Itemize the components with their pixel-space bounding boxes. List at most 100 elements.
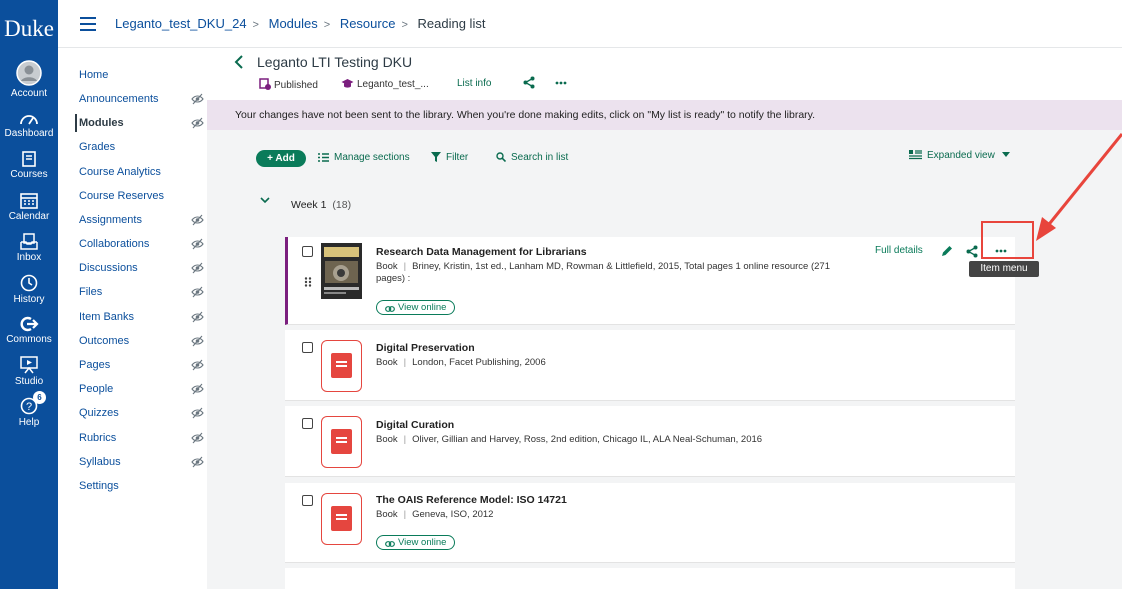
- course-nav: Home Announcements Modules Grades Course Ana…: [58, 48, 206, 589]
- item-separator: |: [403, 261, 407, 272]
- course-nav-item-collaborations[interactable]: Collaborations: [79, 238, 204, 250]
- list-title: Leganto LTI Testing DKU: [257, 54, 413, 70]
- list-course[interactable]: Leganto_test_...: [341, 78, 429, 90]
- hidden-eye-icon: [191, 407, 204, 419]
- course-nav-item-quizzes[interactable]: Quizzes: [79, 407, 204, 419]
- course-nav-item-label: Home: [79, 69, 109, 81]
- svg-text:?: ?: [26, 401, 32, 413]
- main-content: Leganto LTI Testing DKU Published Legant…: [207, 48, 1122, 589]
- reading-list-panel: + Add Manage sections Filter Search in l…: [207, 130, 1122, 589]
- citation-card[interactable]: Digital Preservation Book | London, Facet …: [285, 330, 1015, 401]
- global-nav-dashboard-label: Dashboard: [4, 128, 54, 139]
- item-details: Book | Briney, Kristin, 1st ed., Lanham MD…: [376, 261, 846, 285]
- breadcrumb: Leganto_test_DKU_24 > Modules > Resource > …: [115, 16, 485, 31]
- course-nav-item-syllabus[interactable]: Syllabus: [79, 456, 204, 468]
- list-status[interactable]: Published: [259, 78, 318, 91]
- course-nav-item-course-reserves[interactable]: Course Reserves: [79, 190, 204, 202]
- citation-card[interactable]: [285, 568, 1015, 589]
- book-icon: [321, 416, 362, 468]
- global-nav-studio[interactable]: Studio: [0, 356, 58, 387]
- global-nav-account[interactable]: Account: [0, 60, 58, 99]
- view-online-button[interactable]: View online: [376, 535, 456, 550]
- course-nav-item-assignments[interactable]: Assignments: [79, 214, 204, 226]
- course-nav-item-pages[interactable]: Pages: [79, 359, 204, 371]
- global-nav-help[interactable]: ? 6 Help: [0, 391, 58, 428]
- course-nav-item-modules[interactable]: Modules: [75, 114, 204, 132]
- course-nav-item-settings[interactable]: Settings: [79, 480, 204, 492]
- top-header: Leganto_test_DKU_24 > Modules > Resource > …: [58, 0, 1122, 48]
- course-nav-item-rubrics[interactable]: Rubrics: [79, 432, 204, 444]
- share-icon[interactable]: [523, 76, 535, 89]
- graduation-cap-icon: [341, 79, 354, 88]
- hidden-eye-icon: [191, 432, 204, 444]
- item-title[interactable]: Digital Preservation: [376, 342, 475, 354]
- filter-button[interactable]: Filter: [431, 152, 468, 163]
- search-in-list-label: Search in list: [511, 152, 569, 163]
- share-item-icon[interactable]: [966, 245, 978, 258]
- add-button[interactable]: + Add: [256, 150, 306, 167]
- dashboard-icon: [20, 115, 38, 125]
- course-nav-item-item-banks[interactable]: Item Banks: [79, 311, 204, 323]
- full-details-link[interactable]: Full details: [875, 245, 923, 256]
- course-nav-item-outcomes[interactable]: Outcomes: [79, 335, 204, 347]
- global-nav-calendar-label: Calendar: [8, 211, 50, 222]
- hidden-eye-icon: [191, 359, 204, 371]
- more-options-icon[interactable]: [555, 81, 567, 85]
- book-cover-thumbnail: [321, 243, 362, 299]
- section-name: Week 1: [291, 199, 327, 211]
- course-nav-item-label: Outcomes: [79, 335, 130, 347]
- item-title[interactable]: Digital Curation: [376, 419, 454, 431]
- item-checkbox[interactable]: [302, 495, 313, 506]
- hamburger-menu-icon[interactable]: [80, 17, 96, 35]
- item-title[interactable]: The OAIS Reference Model: ISO 14721: [376, 494, 567, 506]
- item-checkbox[interactable]: [302, 342, 313, 353]
- citation-card[interactable]: The OAIS Reference Model: ISO 14721 Book…: [285, 483, 1015, 563]
- course-nav-item-home[interactable]: Home: [79, 69, 204, 81]
- global-nav-history[interactable]: History: [0, 274, 58, 305]
- courses-icon: [22, 151, 36, 167]
- manage-sections-button[interactable]: Manage sections: [318, 152, 410, 163]
- item-citation: London, Facet Publishing, 2006: [412, 357, 546, 368]
- course-nav-item-course-analytics[interactable]: Course Analytics: [79, 166, 204, 178]
- item-citation: Briney, Kristin, 1st ed., Lanham MD, Row…: [376, 261, 830, 284]
- course-nav-item-label: Discussions: [79, 262, 138, 274]
- list-info-link[interactable]: List info: [457, 78, 491, 89]
- global-nav-commons[interactable]: Commons: [0, 316, 58, 345]
- expanded-view-dropdown[interactable]: Expanded view: [909, 150, 1015, 161]
- course-nav-item-label: Settings: [79, 480, 119, 492]
- course-nav-item-files[interactable]: Files: [79, 286, 204, 298]
- hidden-eye-icon: [191, 335, 204, 347]
- section-collapse-chevron-icon[interactable]: [260, 197, 270, 204]
- course-nav-item-grades[interactable]: Grades: [79, 141, 204, 153]
- global-nav-courses[interactable]: Courses: [0, 149, 58, 182]
- item-checkbox[interactable]: [302, 246, 313, 257]
- item-type: Book: [376, 434, 398, 445]
- course-nav-item-announcements[interactable]: Announcements: [79, 93, 204, 105]
- global-nav-inbox[interactable]: Inbox: [0, 233, 58, 263]
- hidden-eye-icon: [191, 262, 204, 274]
- citation-card[interactable]: Research Data Management for Librarians …: [285, 237, 1015, 325]
- breadcrumb-resource[interactable]: Resource: [340, 16, 396, 31]
- course-nav-item-label: Rubrics: [79, 432, 117, 444]
- course-nav-item-discussions[interactable]: Discussions: [79, 262, 204, 274]
- breadcrumb-modules[interactable]: Modules: [269, 16, 318, 31]
- drag-handle-icon[interactable]: [304, 277, 312, 287]
- citation-card[interactable]: Digital Curation Book | Oliver, Gillian an…: [285, 406, 1015, 477]
- breadcrumb-course[interactable]: Leganto_test_DKU_24: [115, 16, 247, 31]
- course-nav-item-people[interactable]: People: [79, 383, 204, 395]
- global-nav-dashboard[interactable]: Dashboard: [0, 110, 58, 139]
- global-nav-calendar[interactable]: Calendar: [0, 192, 58, 222]
- back-arrow-icon[interactable]: [234, 55, 244, 69]
- item-separator: |: [403, 357, 407, 368]
- item-title[interactable]: Research Data Management for Librarians: [376, 246, 587, 258]
- course-nav-item-label: Grades: [79, 141, 116, 153]
- chevron-down-icon: [1001, 152, 1010, 157]
- search-in-list-button[interactable]: Search in list: [496, 152, 568, 163]
- duke-logo[interactable]: Duke: [0, 16, 58, 42]
- course-nav-item-label: Collaborations: [79, 238, 150, 250]
- view-online-button[interactable]: View online: [376, 300, 456, 315]
- item-checkbox[interactable]: [302, 418, 313, 429]
- edit-pencil-icon[interactable]: [941, 245, 953, 257]
- book-icon: [321, 340, 362, 392]
- course-nav-item-label: Quizzes: [79, 407, 119, 419]
